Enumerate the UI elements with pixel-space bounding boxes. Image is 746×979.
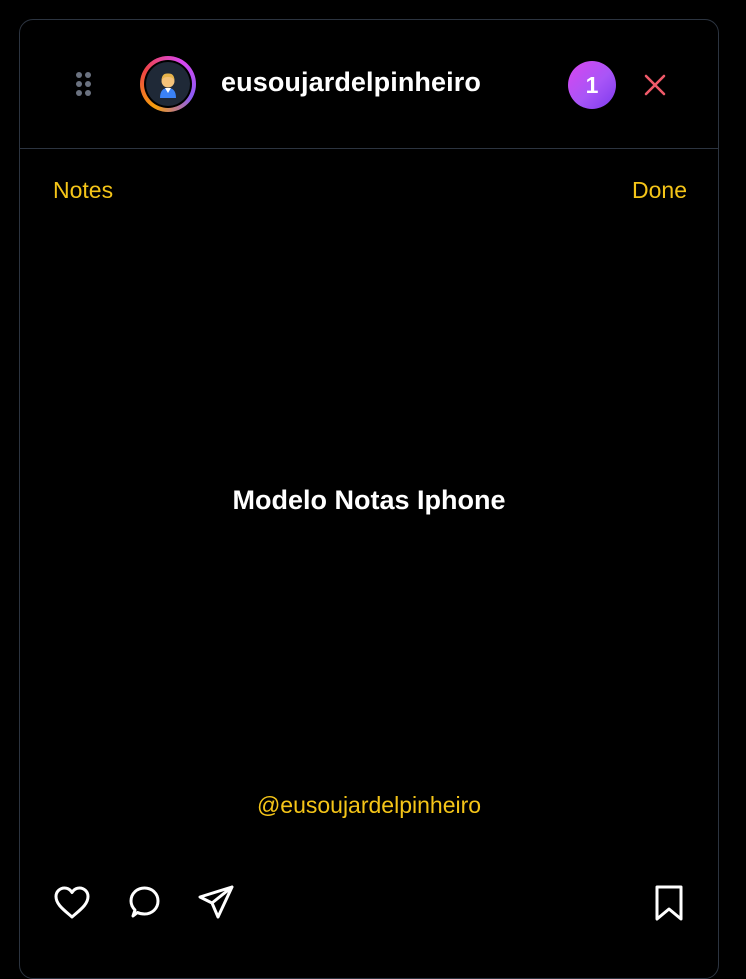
avatar[interactable] — [140, 56, 196, 112]
notification-badge[interactable]: 1 — [568, 61, 616, 109]
done-button[interactable]: Done — [632, 177, 687, 204]
save-button[interactable] — [649, 883, 689, 923]
close-button[interactable] — [643, 73, 667, 97]
close-icon — [644, 74, 666, 96]
drag-handle-icon[interactable] — [76, 72, 92, 98]
comment-icon — [129, 886, 160, 918]
post-card: eusoujardelpinheiro 1 Notes Done Modelo … — [19, 19, 719, 979]
like-button[interactable] — [52, 883, 92, 923]
post-header: eusoujardelpinheiro 1 — [20, 20, 718, 149]
username[interactable]: eusoujardelpinheiro — [221, 67, 481, 98]
comment-button[interactable] — [124, 883, 164, 923]
author-handle: @eusoujardelpinheiro — [256, 792, 482, 818]
bookmark-icon — [655, 885, 683, 921]
person-emoji-icon — [146, 62, 190, 106]
send-icon — [198, 885, 234, 919]
share-button[interactable] — [196, 883, 236, 923]
note-title: Modelo Notas Iphone — [232, 485, 506, 515]
heart-icon — [54, 886, 90, 919]
notes-back-link[interactable]: Notes — [53, 177, 113, 204]
